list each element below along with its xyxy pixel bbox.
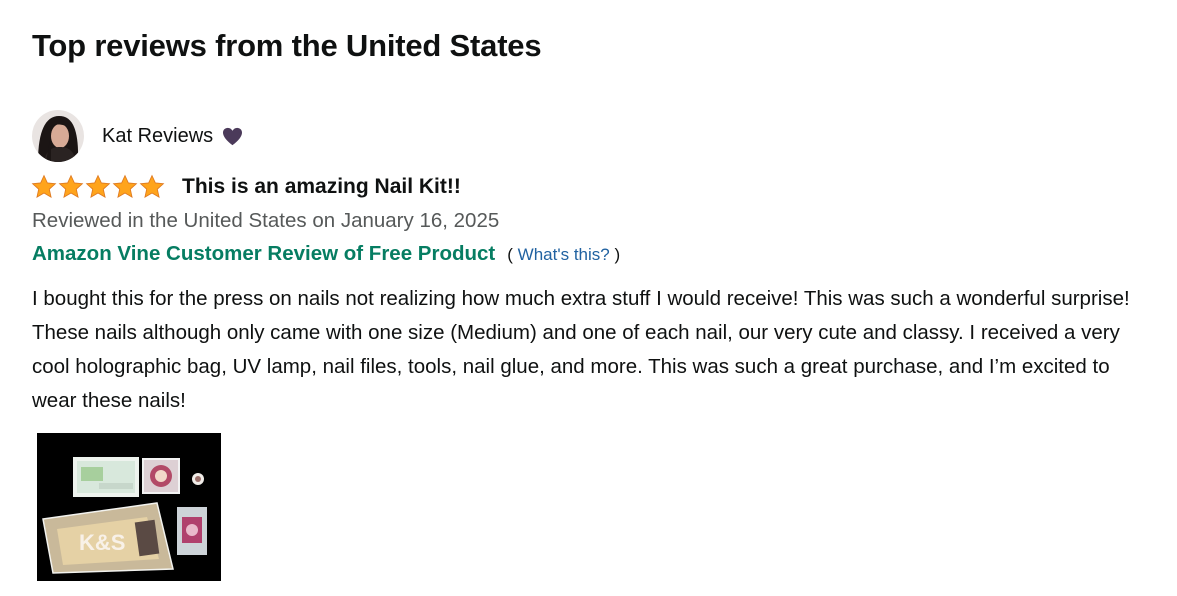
profile-name[interactable]: Kat Reviews xyxy=(102,125,213,148)
star-icon xyxy=(31,174,57,198)
avatar[interactable] xyxy=(32,110,84,162)
star-icon xyxy=(139,174,165,198)
image-overlay-text: K&S xyxy=(79,530,125,555)
close-paren: ) xyxy=(614,245,621,264)
star-icon xyxy=(58,174,84,198)
review-title[interactable]: This is an amazing Nail Kit!! xyxy=(182,175,461,199)
whats-this-wrapper: ( What's this? ) xyxy=(507,245,620,265)
rating-row: This is an amazing Nail Kit!! xyxy=(31,173,461,201)
review-body: I bought this for the press on nails not… xyxy=(32,287,1130,412)
vine-badge-row: Amazon Vine Customer Review of Free Prod… xyxy=(32,242,620,266)
review-image-thumbnail[interactable]: K&S xyxy=(37,433,221,581)
star-icon xyxy=(85,174,111,198)
whats-this-link[interactable]: What's this? xyxy=(518,245,610,264)
open-paren: ( xyxy=(507,245,513,264)
reviewer-profile[interactable]: Kat Reviews xyxy=(32,110,243,162)
star-rating[interactable] xyxy=(31,174,165,200)
section-title: Top reviews from the United States xyxy=(32,28,542,63)
vine-label: Amazon Vine Customer Review of Free Prod… xyxy=(32,242,496,265)
star-icon xyxy=(112,174,138,198)
purple-heart-icon xyxy=(223,127,243,145)
review-date: Reviewed in the United States on January… xyxy=(32,209,500,232)
